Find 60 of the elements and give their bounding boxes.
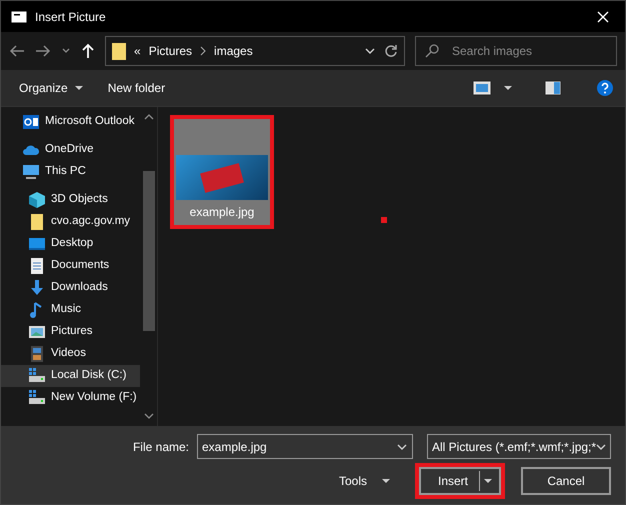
file-name: example.jpg [190,204,254,221]
view-menu-caret-icon[interactable] [503,83,513,93]
new-folder-button[interactable]: New folder [102,77,172,99]
breadcrumb-item[interactable]: images [214,42,253,60]
file-name-field[interactable]: example.jpg [197,434,413,459]
sidebar-item[interactable]: Desktop [1,233,140,255]
caret-icon [74,83,84,93]
window-icon [11,10,27,22]
search-field[interactable]: Search images [415,36,617,66]
sidebar-item[interactable]: OneDrive [1,139,140,161]
sidebar-item[interactable]: New Volume (F:) [1,387,140,409]
chevron-down-icon[interactable] [596,442,606,452]
sidebar-item[interactable]: Videos [1,343,140,365]
tools-menu[interactable]: Tools [332,470,397,492]
scroll-up-icon[interactable] [144,113,154,121]
monitor-icon [23,164,39,180]
download-arrow-icon [29,280,45,296]
scrollbar-thumb[interactable] [142,171,155,331]
drive-icon [29,390,45,406]
cube-icon [29,192,45,208]
picture-icon [29,324,45,340]
breadcrumb-item[interactable]: Pictures [148,42,192,60]
sidebar-item[interactable]: Local Disk (C:) [1,365,140,387]
forward-arrow-icon[interactable] [35,44,51,58]
folder-icon [112,42,126,60]
sidebar-item[interactable]: cvo.agc.gov.my [1,211,140,233]
sidebar-item[interactable]: Downloads [1,277,140,299]
scroll-down-icon[interactable] [144,412,154,420]
film-icon [29,346,45,362]
file-name-label: File name: [132,438,189,456]
caret-icon [381,476,391,486]
caret-icon[interactable] [483,476,493,486]
organize-menu[interactable]: Organize [13,77,90,99]
preview-pane-icon[interactable] [545,81,561,95]
refresh-icon[interactable] [384,44,398,58]
close-icon[interactable] [597,10,609,22]
search-icon [425,44,439,58]
sidebar-item[interactable]: Microsoft Outlook [1,111,140,133]
cancel-button[interactable]: Cancel [521,467,611,495]
overflow-chevron[interactable]: « [134,42,141,60]
back-arrow-icon[interactable] [9,44,25,58]
sidebar-item[interactable]: 3D Objects [1,189,140,211]
document-icon [29,258,45,274]
window-title: Insert Picture [35,8,107,26]
breadcrumb-chevron-icon [200,46,206,56]
sidebar-item[interactable]: Music [1,299,140,321]
desktop-icon [29,236,45,252]
mail-app-icon [23,114,39,130]
drive-icon [29,368,45,384]
file-type-dropdown[interactable]: All Pictures (*.emf;*.wmf;*.jpg;* [427,434,611,459]
file-tile[interactable]: example.jpg [170,115,274,229]
up-arrow-icon[interactable] [81,43,95,59]
chevron-down-icon[interactable] [397,442,407,452]
view-options-icon[interactable] [473,81,491,95]
folder-icon [29,214,45,230]
sidebar-item[interactable]: Pictures [1,321,140,343]
sidebar-item[interactable]: Documents [1,255,140,277]
help-icon[interactable] [597,80,613,96]
address-bar[interactable]: « Pictures images [105,36,405,66]
sidebar-item[interactable]: This PC [1,161,140,183]
